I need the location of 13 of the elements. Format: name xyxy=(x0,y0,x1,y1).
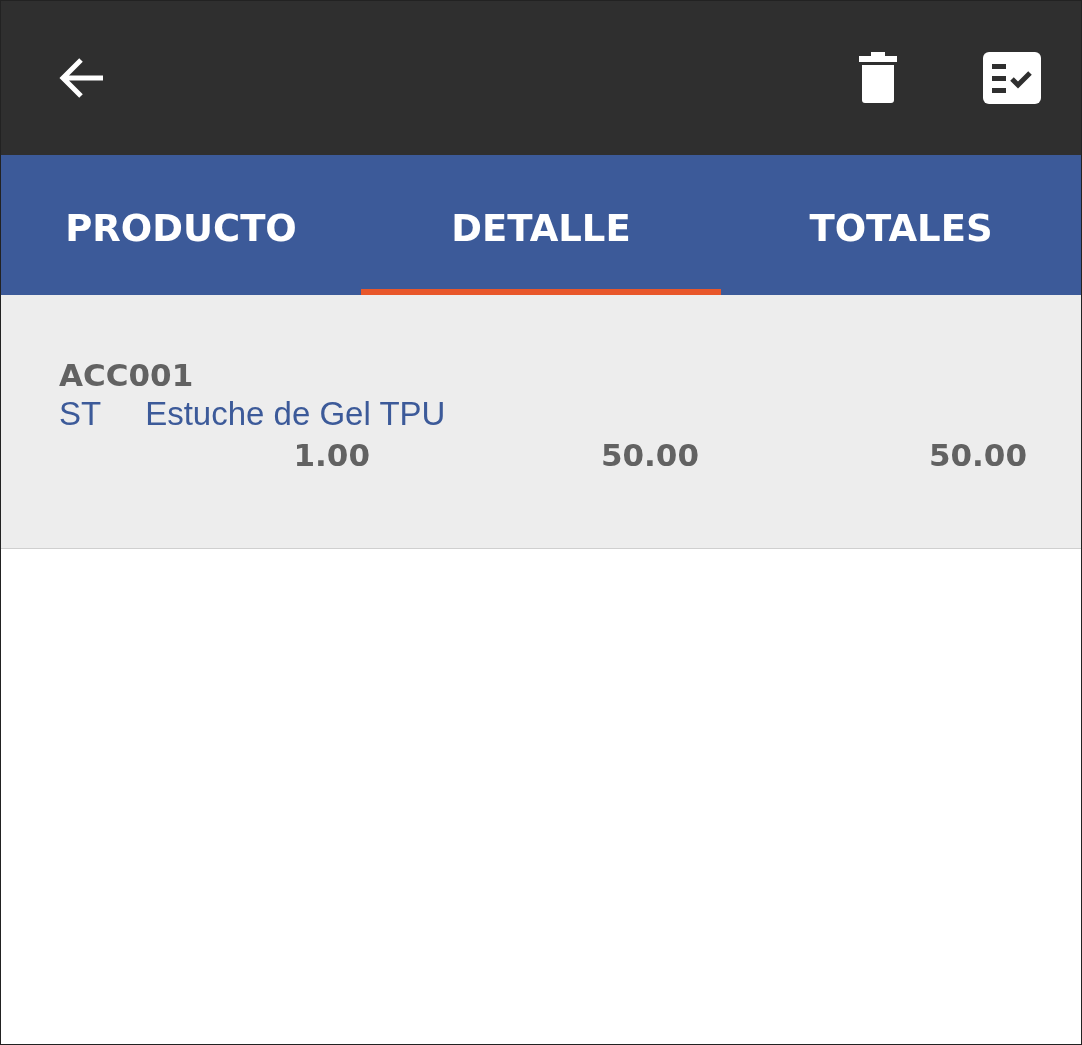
product-code: ACC001 xyxy=(59,357,194,393)
quantity-value: 1.00 xyxy=(293,437,370,473)
total-value: 50.00 xyxy=(928,437,1027,473)
tab[interactable]: PRODUCTO xyxy=(1,155,361,295)
unit-label: ST xyxy=(59,395,102,433)
price-value: 50.00 xyxy=(600,437,699,473)
delete-button[interactable] xyxy=(857,52,899,104)
checklist-icon xyxy=(983,52,1041,104)
tab[interactable]: TOTALES xyxy=(721,155,1081,295)
product-description: Estuche de Gel TPU xyxy=(145,395,446,433)
trash-icon xyxy=(857,52,899,104)
checklist-button[interactable] xyxy=(983,52,1041,104)
list-item[interactable]: ACC001 ST Estuche de Gel TPU 1.00 50.00 50.00 xyxy=(1,295,1081,549)
